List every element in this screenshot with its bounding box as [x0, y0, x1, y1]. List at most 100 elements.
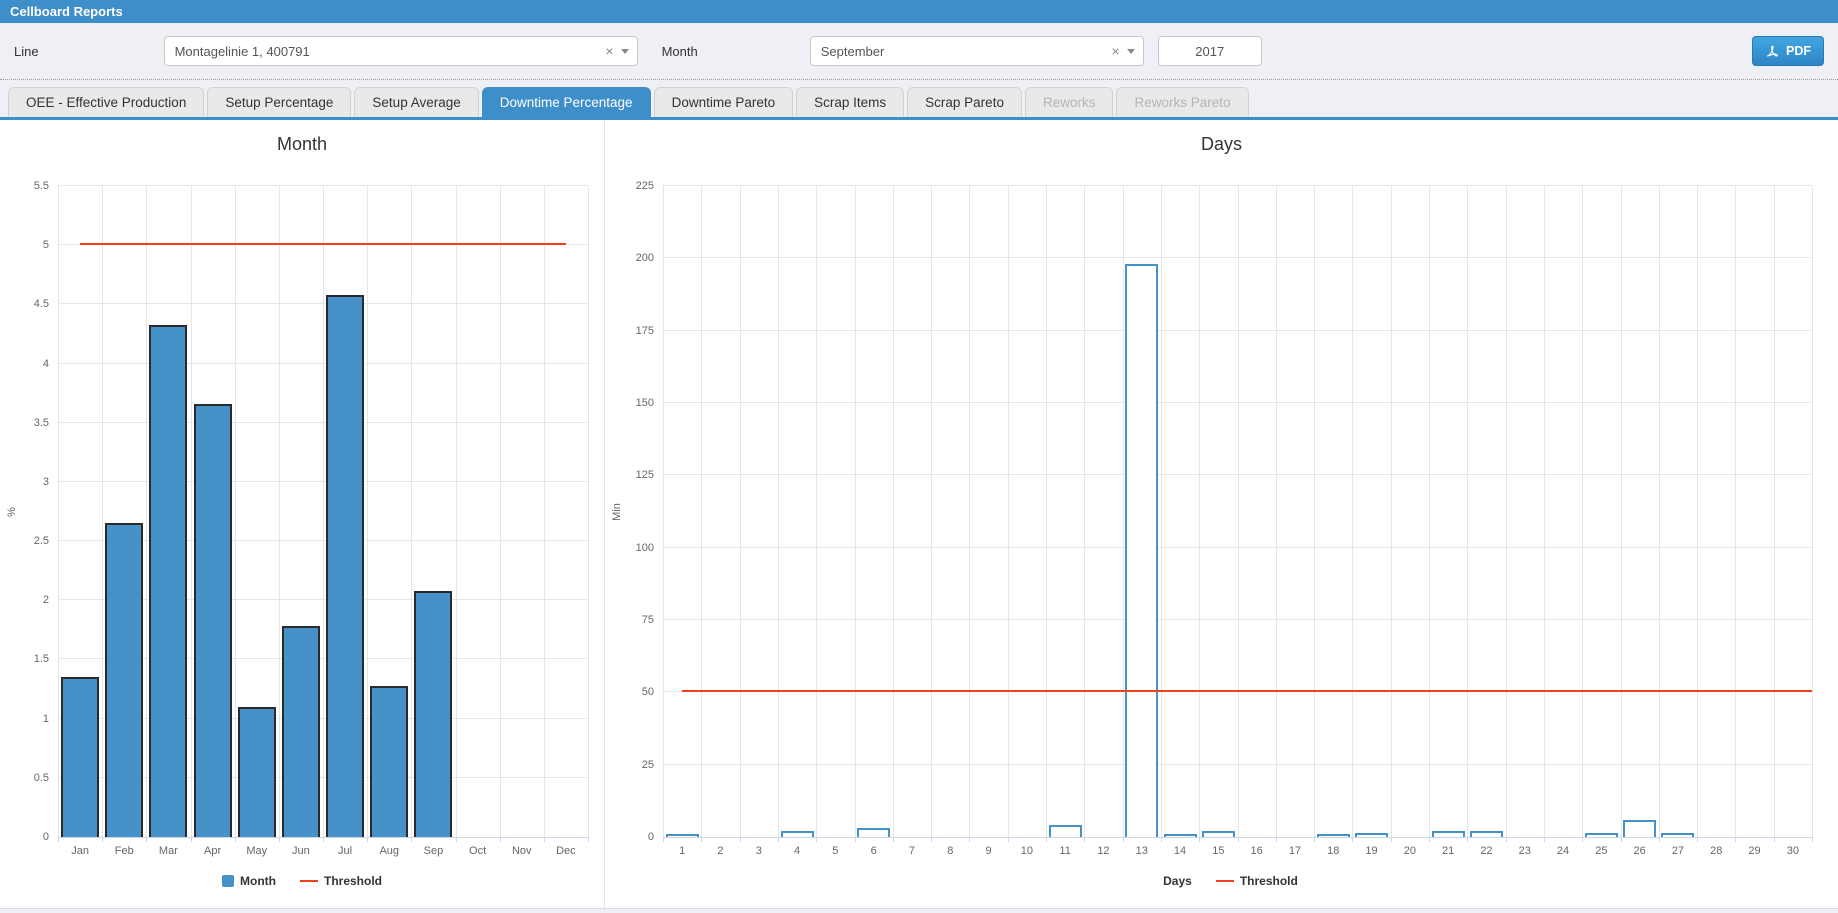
- y-tick-label: 5.5: [33, 180, 49, 192]
- x-tick-mark: [1084, 837, 1086, 842]
- pdf-icon: [1765, 44, 1780, 59]
- v-gridline: [739, 186, 741, 837]
- y-axis-title: Min: [611, 502, 623, 521]
- x-axis-label: 23: [1518, 845, 1531, 857]
- legend-item-month[interactable]: Month: [222, 874, 276, 888]
- y-tick-label: 200: [635, 252, 654, 265]
- threshold-line-swatch: [299, 880, 318, 882]
- v-gridline: [931, 186, 933, 837]
- v-gridline: [1735, 186, 1737, 837]
- v-gridline: [411, 186, 413, 837]
- chevron-down-icon[interactable]: [1126, 48, 1135, 54]
- x-tick-mark: [1007, 837, 1009, 842]
- clear-line-icon[interactable]: ×: [598, 43, 620, 59]
- legend-item-days[interactable]: Days: [1145, 874, 1192, 888]
- x-axis-label: 10: [1020, 845, 1033, 857]
- v-gridline: [663, 186, 664, 837]
- bar-15: [1201, 831, 1235, 837]
- x-tick-mark: [411, 837, 413, 842]
- line-label: Line: [14, 43, 39, 59]
- y-tick-label: 100: [635, 541, 654, 554]
- month-select[interactable]: September ×: [809, 36, 1144, 66]
- x-axis-label: Sep: [423, 845, 444, 857]
- y-tick-label: 0.5: [33, 771, 49, 784]
- x-tick-mark: [1543, 837, 1545, 842]
- v-gridline: [1007, 186, 1009, 837]
- v-gridline: [367, 186, 369, 837]
- bar-4: [780, 831, 814, 837]
- x-tick-mark: [663, 837, 664, 842]
- tab-downtime-percentage[interactable]: Downtime Percentage: [481, 87, 651, 117]
- x-axis-label: 2: [717, 845, 724, 857]
- v-gridline: [1773, 186, 1775, 837]
- bar-Mar: [149, 324, 188, 837]
- x-axis-label: Jan: [71, 845, 89, 857]
- tab-downtime-pareto[interactable]: Downtime Pareto: [653, 87, 794, 117]
- legend-item-threshold[interactable]: Threshold: [299, 874, 382, 888]
- y-tick-label: 1.5: [33, 653, 49, 666]
- x-axis-label: 20: [1403, 845, 1416, 857]
- tab-setup-percentage[interactable]: Setup Percentage: [207, 87, 352, 117]
- x-tick-mark: [278, 837, 280, 842]
- x-tick-mark: [1275, 837, 1277, 842]
- v-gridline: [701, 186, 703, 837]
- line-select[interactable]: Montagelinie 1, 400791 ×: [163, 36, 638, 66]
- x-axis-label: 7: [908, 845, 915, 857]
- y-tick-label: 175: [635, 324, 654, 337]
- x-tick-mark: [892, 837, 894, 842]
- x-tick-mark: [1352, 837, 1354, 842]
- y-tick-label: 75: [641, 614, 654, 626]
- v-gridline: [1582, 186, 1584, 837]
- bar-Jan: [61, 677, 100, 837]
- bar-May: [237, 706, 276, 837]
- x-tick-mark: [1199, 837, 1201, 842]
- x-tick-mark: [1620, 837, 1622, 842]
- v-gridline: [1390, 186, 1392, 837]
- x-axis-label: 17: [1288, 845, 1302, 857]
- x-tick-mark: [1122, 837, 1124, 842]
- x-tick-mark: [58, 837, 59, 842]
- v-gridline: [499, 186, 501, 837]
- legend-item-threshold[interactable]: Threshold: [1215, 874, 1298, 888]
- month-label: Month: [661, 43, 698, 59]
- v-gridline: [1543, 186, 1545, 837]
- bar-Jun: [281, 626, 320, 837]
- filter-bar: Line Montagelinie 1, 400791 × Month Sept…: [0, 23, 1838, 79]
- threshold-line-swatch: [1215, 880, 1234, 882]
- tab-oee-effective-production[interactable]: OEE - Effective Production: [8, 87, 205, 117]
- v-gridline: [1812, 186, 1813, 837]
- legend-label: Threshold: [1239, 874, 1298, 888]
- tab-scrap-items[interactable]: Scrap Items: [796, 87, 905, 117]
- bar-13: [1125, 264, 1159, 837]
- v-gridline: [323, 186, 324, 837]
- x-axis-label: 15: [1212, 845, 1225, 857]
- tab-scrap-pareto[interactable]: Scrap Pareto: [907, 87, 1022, 117]
- y-tick-label: 150: [635, 397, 654, 409]
- bar-18: [1316, 834, 1350, 837]
- clear-month-icon[interactable]: ×: [1105, 43, 1127, 59]
- year-input[interactable]: [1157, 36, 1262, 66]
- bar-21: [1431, 831, 1465, 837]
- x-tick-mark: [1505, 837, 1507, 842]
- y-tick-label: 5: [42, 239, 49, 252]
- line-select-value: Montagelinie 1, 400791: [174, 43, 310, 59]
- x-axis-label: 4: [793, 845, 801, 857]
- x-tick-mark: [190, 837, 192, 842]
- bar-27: [1661, 832, 1695, 837]
- y-tick-label: 2: [42, 594, 49, 607]
- report-content: Month % 0 0.5 1 1.5 2 2.5 3 3.5 4 4.5 5 5.5 Jan Feb Ma…: [0, 120, 1838, 909]
- v-gridline: [1697, 186, 1699, 837]
- threshold-line: [80, 243, 566, 246]
- chevron-down-icon[interactable]: [620, 48, 629, 54]
- window-title-bar: Cellboard Reports: [0, 0, 1838, 23]
- v-gridline: [1122, 186, 1124, 837]
- x-axis-label: 12: [1097, 845, 1110, 857]
- x-tick-mark: [499, 837, 501, 842]
- days-chart-plot-area: Min 0 25 50 75 100 125 150 175 200 225 1 2 3 4 5 6 7 8 9 10…: [611, 180, 1813, 857]
- v-gridline: [1314, 186, 1316, 837]
- y-tick-label: 225: [635, 180, 654, 192]
- export-pdf-button[interactable]: PDF: [1752, 36, 1824, 66]
- series-swatch: [222, 875, 234, 887]
- tab-setup-average[interactable]: Setup Average: [354, 87, 479, 117]
- y-tick-label: 2.5: [33, 535, 49, 548]
